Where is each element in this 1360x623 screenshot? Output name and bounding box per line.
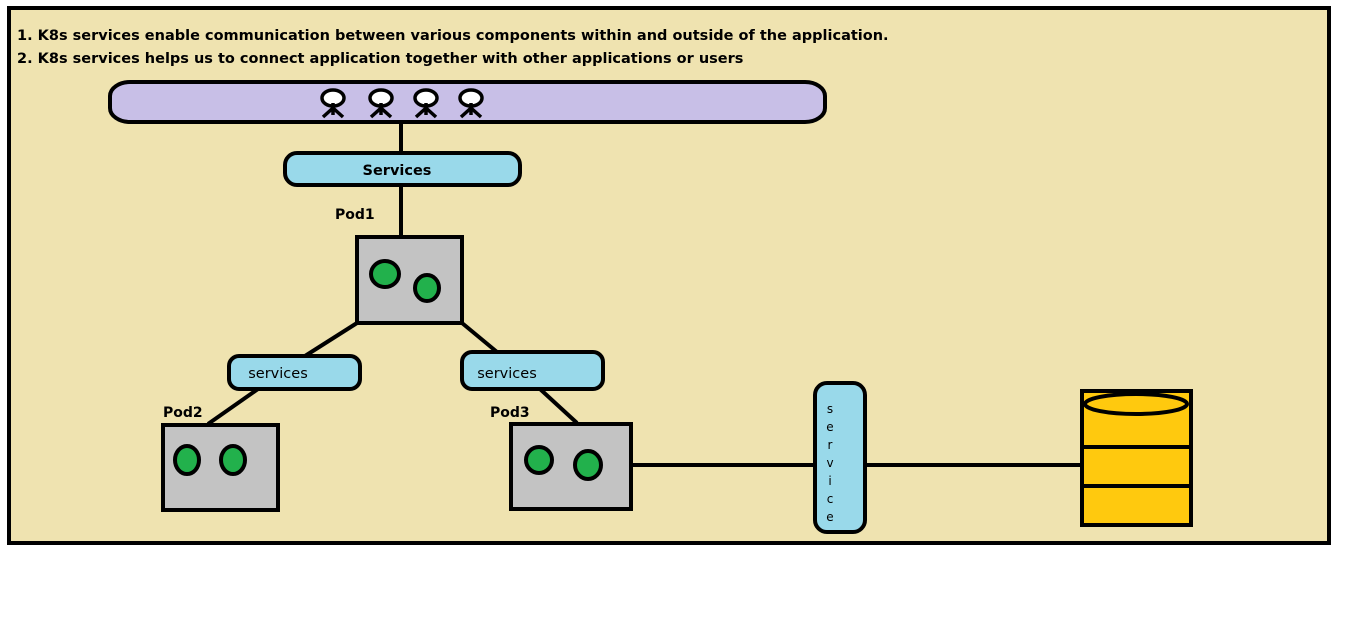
- container-icon: [524, 445, 554, 475]
- pod3-label: Pod3: [490, 405, 530, 421]
- note-1: 1. K8s services enable communication bet…: [17, 28, 889, 44]
- service-pod2-label: services: [248, 366, 308, 382]
- database-icon: [1080, 389, 1193, 527]
- service-top-label: Services: [363, 163, 432, 179]
- service-db-letter: s: [827, 402, 833, 416]
- user-icon: [413, 88, 439, 119]
- service-db-letter: r: [828, 438, 833, 452]
- pod1: [355, 235, 464, 325]
- service-top: Services: [283, 151, 522, 187]
- pod1-label: Pod1: [335, 207, 375, 223]
- user-icon: [368, 88, 394, 119]
- container-icon: [219, 444, 247, 476]
- container-icon: [573, 449, 603, 481]
- service-db: service: [813, 381, 867, 534]
- container-icon: [369, 259, 401, 289]
- container-icon: [413, 273, 441, 303]
- service-pod3: services: [460, 350, 605, 391]
- service-pod2: services: [227, 354, 362, 391]
- container-icon: [173, 444, 201, 476]
- diagram-canvas: 1. K8s services enable communication bet…: [7, 6, 1331, 545]
- users-bar: [108, 80, 827, 124]
- pod2: [161, 423, 280, 512]
- service-db-letter: i: [828, 474, 831, 488]
- service-pod3-label: services: [477, 366, 537, 382]
- service-db-letter: v: [826, 456, 833, 470]
- service-db-letter: e: [826, 510, 833, 524]
- pod3: [509, 422, 633, 511]
- service-db-letter: e: [826, 420, 833, 434]
- service-db-letter: c: [827, 492, 834, 506]
- note-2: 2. K8s services helps us to connect appl…: [17, 51, 743, 67]
- user-icon: [458, 88, 484, 119]
- user-icon: [320, 88, 346, 119]
- pod2-label: Pod2: [163, 405, 203, 421]
